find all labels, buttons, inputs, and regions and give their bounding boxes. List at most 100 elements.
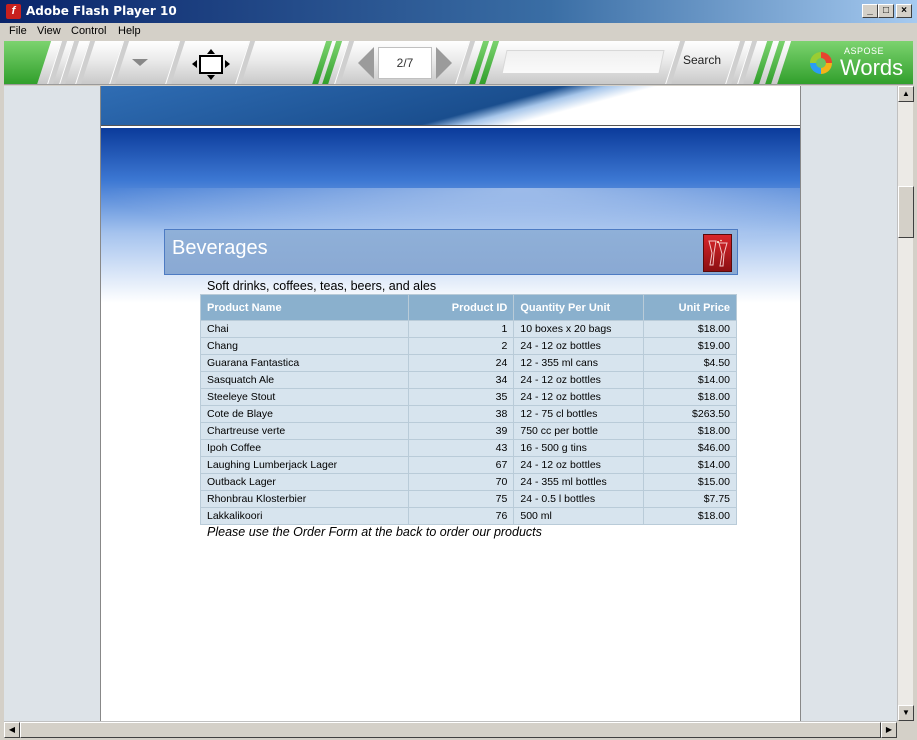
table-cell: 24 - 12 oz bottles <box>513 388 645 406</box>
document-page: Beverages Soft drinks, coffees, teas, be… <box>100 86 801 721</box>
table-cell: $46.00 <box>643 439 737 457</box>
table-cell: $18.00 <box>643 320 737 338</box>
table-cell: 67 <box>407 456 515 474</box>
category-description: Soft drinks, coffees, teas, beers, and a… <box>207 279 437 293</box>
table-cell: $14.00 <box>643 456 737 474</box>
table-row: Laughing Lumberjack Lager 67 24 - 12 oz bo… <box>200 456 737 474</box>
table-cell: 1 <box>407 320 515 338</box>
fit-to-page-button[interactable] <box>192 49 230 80</box>
table-cell: Lakkalikoori <box>200 507 409 525</box>
scrollbar-corner <box>897 721 913 737</box>
table-cell: Sasquatch Ale <box>200 371 409 389</box>
table-cell: $14.00 <box>643 371 737 389</box>
search-input[interactable] <box>501 50 665 74</box>
table-cell: $263.50 <box>643 405 737 423</box>
table-cell: $15.00 <box>643 473 737 491</box>
aspose-logo-icon <box>810 52 832 74</box>
table-row: Steeleye Stout 35 24 - 12 oz bottles $18.00 <box>200 388 737 406</box>
table-cell: 70 <box>407 473 515 491</box>
minimize-button[interactable]: _ <box>862 4 878 18</box>
table-cell: $7.75 <box>643 490 737 508</box>
column-header: Product ID <box>407 294 515 321</box>
table-cell: Steeleye Stout <box>200 388 409 406</box>
maximize-button[interactable]: □ <box>878 4 894 18</box>
page-header-graphic <box>101 86 800 126</box>
column-header: Product Name <box>200 294 409 321</box>
table-header-row: Product Name Product ID Quantity Per Uni… <box>200 294 737 321</box>
table-cell: Chang <box>200 337 409 355</box>
scroll-up-button[interactable]: ▲ <box>898 86 914 102</box>
previous-page-button[interactable] <box>358 47 374 79</box>
horizontal-scrollbar[interactable]: ◀ ▶ <box>4 721 897 738</box>
table-row: Outback Lager 70 24 - 355 ml bottles $15.00 <box>200 473 737 491</box>
table-row: Ipoh Coffee 43 16 - 500 g tins $46.00 <box>200 439 737 457</box>
table-cell: $19.00 <box>643 337 737 355</box>
table-cell: Outback Lager <box>200 473 409 491</box>
column-header: Quantity Per Unit <box>513 294 645 321</box>
table-row: Chartreuse verte 39 750 cc per bottle $18.0… <box>200 422 737 440</box>
table-cell: 35 <box>407 388 515 406</box>
table-cell: Rhonbrau Klosterbier <box>200 490 409 508</box>
title-bar: f Adobe Flash Player 10 _ □ × <box>0 0 917 23</box>
horizontal-scroll-thumb[interactable] <box>20 722 881 738</box>
viewer-toolbar: 2/7 Search ASPOSE Words <box>4 41 913 85</box>
table-cell: 2 <box>407 337 515 355</box>
menu-view[interactable]: View <box>37 25 61 37</box>
table-cell: 10 boxes x 20 bags <box>513 320 645 338</box>
table-cell: 24 - 355 ml bottles <box>513 473 645 491</box>
page-number-field[interactable]: 2/7 <box>378 47 432 79</box>
logo-product: Words <box>840 55 904 80</box>
table-cell: $4.50 <box>643 354 737 372</box>
table-cell: $18.00 <box>643 507 737 525</box>
table-cell: 24 - 0.5 l bottles <box>513 490 645 508</box>
table-cell: 39 <box>407 422 515 440</box>
table-cell: 43 <box>407 439 515 457</box>
toolbar-divider <box>164 41 186 84</box>
table-cell: Cote de Blaye <box>200 405 409 423</box>
table-cell: Guarana Fantastica <box>200 354 409 372</box>
toolbar-divider <box>234 41 256 84</box>
beverage-glasses-icon <box>703 234 732 272</box>
close-button[interactable]: × <box>896 4 912 18</box>
table-row: Chai 1 10 boxes x 20 bags $18.00 <box>200 320 737 338</box>
toolbar-divider <box>108 41 130 84</box>
table-cell: 38 <box>407 405 515 423</box>
flash-player-icon: f <box>6 4 21 19</box>
table-cell: $18.00 <box>643 422 737 440</box>
table-cell: 750 cc per bottle <box>513 422 645 440</box>
category-header: Beverages <box>164 229 738 275</box>
document-viewport[interactable]: Beverages Soft drinks, coffees, teas, be… <box>4 86 897 721</box>
table-cell: Chai <box>200 320 409 338</box>
table-row: Chang 2 24 - 12 oz bottles $19.00 <box>200 337 737 355</box>
vertical-scroll-thumb[interactable] <box>898 186 914 238</box>
table-row: Cote de Blaye 38 12 - 75 cl bottles $263.50 <box>200 405 737 423</box>
toolbar-accent-left <box>4 41 52 84</box>
aspose-words-logo: ASPOSE Words <box>810 46 910 80</box>
next-page-button[interactable] <box>436 47 452 79</box>
table-cell: 12 - 355 ml cans <box>513 354 645 372</box>
table-cell: 76 <box>407 507 515 525</box>
table-cell: 16 - 500 g tins <box>513 439 645 457</box>
scroll-down-button[interactable]: ▼ <box>898 705 914 721</box>
table-cell: Laughing Lumberjack Lager <box>200 456 409 474</box>
column-header: Unit Price <box>643 294 737 321</box>
table-cell: 24 - 12 oz bottles <box>513 456 645 474</box>
table-row: Lakkalikoori 76 500 ml $18.00 <box>200 507 737 525</box>
search-button[interactable]: Search <box>683 53 721 67</box>
page-banner-graphic <box>101 128 800 303</box>
table-cell: 500 ml <box>513 507 645 525</box>
scroll-left-button[interactable]: ◀ <box>4 722 20 738</box>
zoom-dropdown-button[interactable] <box>132 59 148 66</box>
menu-help[interactable]: Help <box>118 25 141 37</box>
scroll-right-button[interactable]: ▶ <box>881 722 897 738</box>
category-title: Beverages <box>172 237 268 259</box>
menu-control[interactable]: Control <box>71 25 106 37</box>
table-row: Rhonbrau Klosterbier 75 24 - 0.5 l bottles… <box>200 490 737 508</box>
menu-file[interactable]: File <box>9 25 27 37</box>
vertical-scrollbar[interactable]: ▲ ▼ <box>897 86 914 721</box>
table-cell: Ipoh Coffee <box>200 439 409 457</box>
table-cell: 24 - 12 oz bottles <box>513 337 645 355</box>
window-title: Adobe Flash Player 10 <box>26 4 177 18</box>
order-form-note: Please use the Order Form at the back to… <box>207 525 542 539</box>
toolbar-divider <box>74 41 96 84</box>
